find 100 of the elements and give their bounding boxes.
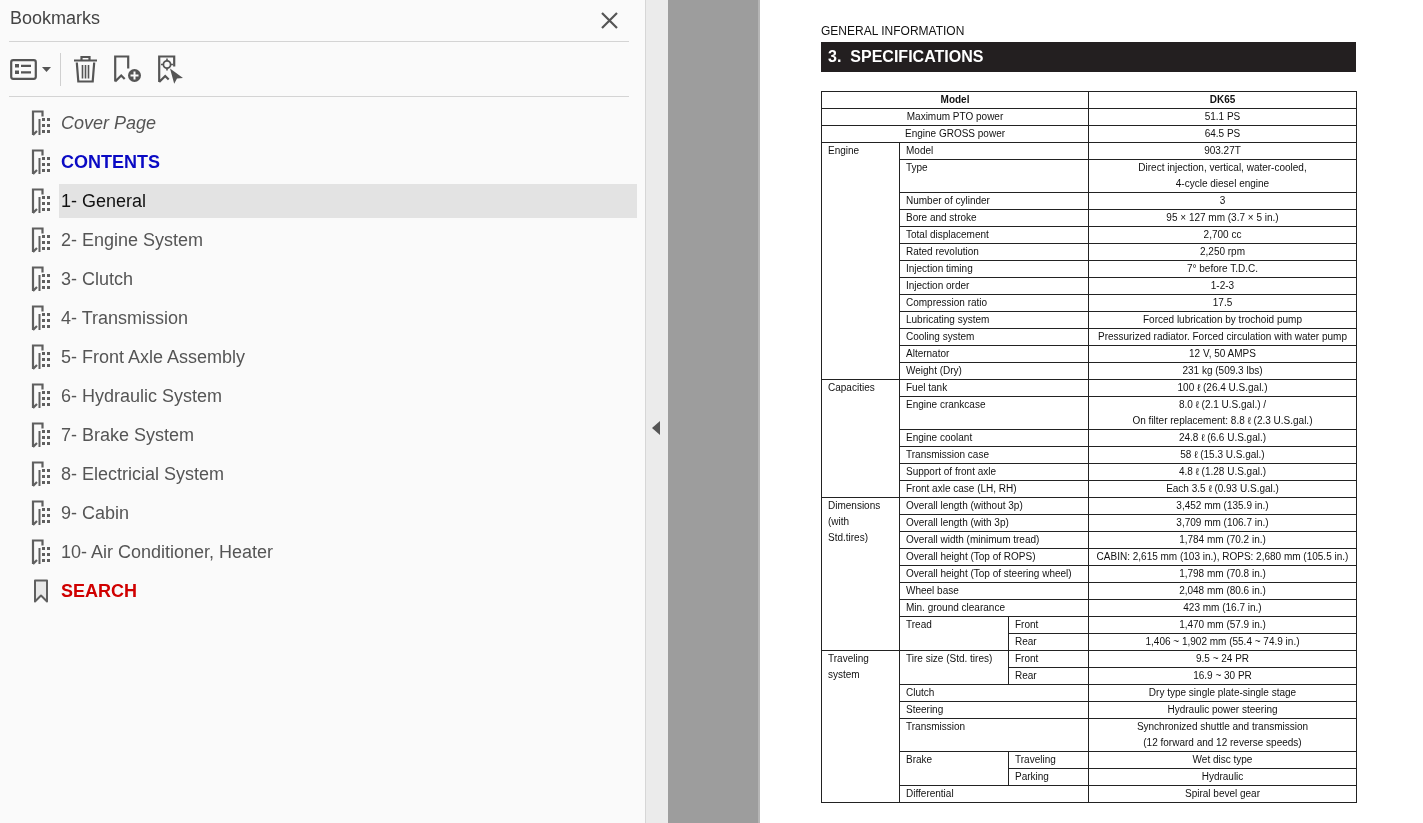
table-cell: Bore and stroke (899, 209, 1089, 227)
table-cell: Front axle case (LH, RH) (899, 480, 1089, 498)
table-cell: Rear (1008, 667, 1089, 685)
bookmark-item[interactable]: 6- Hydraulic System (59, 378, 637, 413)
table-cell: 2,048 mm (80.6 in.) (1088, 582, 1357, 600)
table-cell: 64.5 PS (1088, 125, 1357, 143)
delete-button[interactable] (73, 55, 98, 83)
running-head: GENERAL INFORMATION (821, 24, 965, 38)
table-cell: Capacities (821, 379, 900, 498)
table-cell: Steering (899, 701, 1089, 719)
bookmark-item[interactable]: 8- Electricial System (59, 456, 637, 491)
table-cell: Compression ratio (899, 294, 1089, 312)
table-cell: Type (899, 159, 1089, 193)
close-button[interactable] (601, 12, 618, 29)
table-cell: Tread (899, 616, 1009, 651)
options-menu-button[interactable] (10, 58, 51, 80)
table-cell: Direct injection, vertical, water-cooled, 4-cycle diesel engine (1088, 159, 1357, 193)
table-cell: Rear (1008, 633, 1089, 651)
table-cell: Maximum PTO power (821, 108, 1089, 126)
table-cell: Parking (1008, 768, 1089, 786)
table-cell: Cooling system (899, 328, 1089, 346)
bookmark-item[interactable]: 2- Engine System (59, 222, 637, 257)
table-cell: Injection timing (899, 260, 1089, 278)
table-cell: Front (1008, 616, 1089, 634)
table-cell: 3,709 mm (106.7 in.) (1088, 514, 1357, 532)
table-cell: Wheel base (899, 582, 1089, 600)
find-bookmark-button[interactable] (157, 54, 184, 84)
table-cell: 24.8 ℓ (6.6 U.S.gal.) (1088, 429, 1357, 447)
table-cell: 17.5 (1088, 294, 1357, 312)
table-cell: Support of front axle (899, 463, 1089, 481)
bookmark-item[interactable]: 1- General (59, 183, 637, 218)
table-cell: Traveling system (821, 650, 900, 803)
table-cell: 4.8 ℓ (1.28 U.S.gal.) (1088, 463, 1357, 481)
table-cell: Model (899, 142, 1089, 160)
add-bookmark-button[interactable] (113, 55, 142, 83)
table-cell: 1-2-3 (1088, 277, 1357, 295)
table-cell: Fuel tank (899, 379, 1089, 397)
table-cell: 1,406 ~ 1,902 mm (55.4 ~ 74.9 in.) (1088, 633, 1357, 651)
table-cell: 58 ℓ (15.3 U.S.gal.) (1088, 446, 1357, 464)
table-cell: Engine coolant (899, 429, 1089, 447)
table-cell: 16.9 ~ 30 PR (1088, 667, 1357, 685)
bookmark-item[interactable]: 3- Clutch (59, 261, 637, 296)
bookmark-item[interactable]: SEARCH (59, 573, 637, 608)
table-cell: 3 (1088, 192, 1357, 210)
table-cell: Number of cylinder (899, 192, 1089, 210)
table-cell: Min. ground clearance (899, 599, 1089, 617)
table-cell: 95 × 127 mm (3.7 × 5 in.) (1088, 209, 1357, 227)
table-cell: Overall width (minimum tread) (899, 531, 1089, 549)
bookmark-cursor-icon (157, 54, 184, 84)
trash-icon (73, 55, 98, 83)
table-cell: 8.0 ℓ (2.1 U.S.gal.) / On filter replacement: 8.8 ℓ (2.3 U.S.gal.) (1088, 396, 1357, 430)
table-cell: Each 3.5 ℓ (0.93 U.S.gal.) (1088, 480, 1357, 498)
close-icon (601, 12, 618, 29)
table-header-cell: Model (821, 91, 1089, 109)
bookmark-item[interactable]: CONTENTS (59, 144, 637, 179)
bookmark-item[interactable]: Cover Page (59, 105, 637, 140)
table-cell: Dry type single plate-single stage (1088, 684, 1357, 702)
table-cell: 51.1 PS (1088, 108, 1357, 126)
table-cell: Wet disc type (1088, 751, 1357, 769)
table-cell: 1,470 mm (57.9 in.) (1088, 616, 1357, 634)
table-cell: 423 mm (16.7 in.) (1088, 599, 1357, 617)
table-cell: 3,452 mm (135.9 in.) (1088, 497, 1357, 515)
table-cell: Dimensions (with Std.tires) (821, 497, 900, 651)
bookmark-item[interactable]: 4- Transmission (59, 300, 637, 335)
caret-icon (42, 66, 51, 72)
bookmark-item[interactable]: 5- Front Axle Assembly (59, 339, 637, 374)
table-cell: Engine GROSS power (821, 125, 1089, 143)
table-cell: Pressurized radiator. Forced circulation with water pump (1088, 328, 1357, 346)
table-cell: 100 ℓ (26.4 U.S.gal.) (1088, 379, 1357, 397)
table-cell: 231 kg (509.3 lbs) (1088, 362, 1357, 380)
table-cell: Transmission case (899, 446, 1089, 464)
table-cell: 903.27T (1088, 142, 1357, 160)
bookmark-item[interactable]: 9- Cabin (59, 495, 637, 530)
table-cell: Spiral bevel gear (1088, 785, 1357, 803)
table-cell: Overall height (Top of ROPS) (899, 548, 1089, 566)
table-cell: Total displacement (899, 226, 1089, 244)
bookmark-item[interactable]: 10- Air Conditioner, Heater (59, 534, 637, 569)
table-cell: 1,784 mm (70.2 in.) (1088, 531, 1357, 549)
table-cell: Overall length (with 3p) (899, 514, 1089, 532)
bookmark-plus-icon (113, 55, 142, 83)
table-cell: Front (1008, 650, 1089, 668)
table-cell: Traveling (1008, 751, 1089, 769)
table-cell: Synchronized shuttle and transmission (12 forward and 12 reverse speeds) (1088, 718, 1357, 752)
table-cell: Hydraulic power steering (1088, 701, 1357, 719)
section-title: SPECIFICATIONS (850, 48, 984, 66)
section-number: 3. (828, 48, 842, 66)
table-cell: Tire size (Std. tires) (899, 650, 1009, 685)
table-cell: 1,798 mm (70.8 in.) (1088, 565, 1357, 583)
table-cell: Engine crankcase (899, 396, 1089, 430)
table-cell: Forced lubrication by trochoid pump (1088, 311, 1357, 329)
table-header-cell: DK65 (1088, 91, 1357, 109)
table-cell: 9.5 ~ 24 PR (1088, 650, 1357, 668)
table-cell: Overall length (without 3p) (899, 497, 1089, 515)
table-cell: Injection order (899, 277, 1089, 295)
table-cell: 2,700 cc (1088, 226, 1357, 244)
list-icon (10, 58, 37, 80)
table-cell: 2,250 rpm (1088, 243, 1357, 261)
collapse-arrow-icon[interactable] (652, 420, 660, 435)
bookmark-item[interactable]: 7- Brake System (59, 417, 637, 452)
panel-title: Bookmarks (10, 6, 101, 29)
